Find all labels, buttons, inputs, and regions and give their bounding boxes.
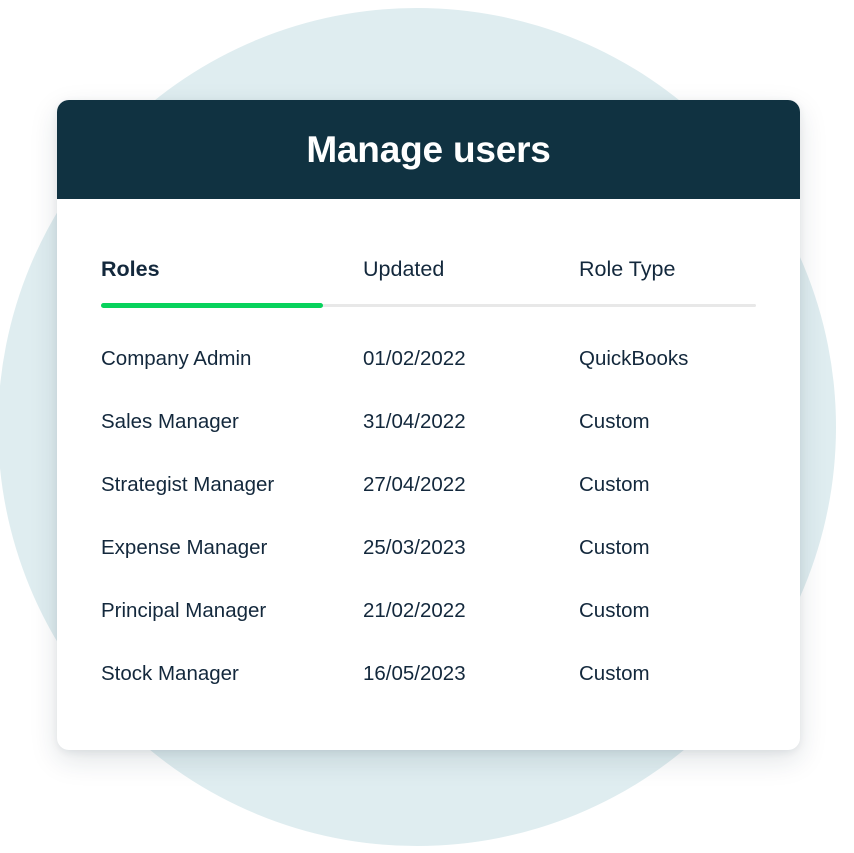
table-row[interactable]: Expense Manager 25/03/2023 Custom: [57, 517, 800, 580]
table-row[interactable]: Company Admin 01/02/2022 QuickBooks: [57, 328, 800, 391]
table-body: Company Admin 01/02/2022 QuickBooks Sales M…: [57, 328, 800, 706]
cell-updated-date: 16/05/2023: [363, 662, 466, 686]
cell-role-name: Company Admin: [101, 347, 252, 371]
cell-role-type: Custom: [579, 536, 650, 560]
cell-role-type: Custom: [579, 473, 650, 497]
page-title: Manage users: [306, 129, 551, 170]
table-row[interactable]: Principal Manager 21/02/2022 Custom: [57, 580, 800, 643]
cell-updated-date: 21/02/2022: [363, 599, 466, 623]
column-header-role-type[interactable]: Role Type: [579, 257, 759, 283]
card-header: Manage users: [57, 100, 800, 199]
cell-updated-date: 27/04/2022: [363, 473, 466, 497]
cell-updated-date: 01/02/2022: [363, 347, 466, 371]
table-row[interactable]: Stock Manager 16/05/2023 Custom: [57, 643, 800, 706]
cell-role-type: Custom: [579, 410, 650, 434]
table-row[interactable]: Strategist Manager 27/04/2022 Custom: [57, 454, 800, 517]
cell-role-name: Sales Manager: [101, 410, 239, 434]
cell-role-name: Expense Manager: [101, 536, 268, 560]
underline-active-segment: [101, 303, 323, 308]
card-body: Roles Updated Role Type Company Admin 01/…: [57, 199, 800, 706]
cell-role-name: Stock Manager: [101, 662, 239, 686]
manage-users-card: Manage users Roles Updated Role Type Com…: [57, 100, 800, 750]
cell-role-type: QuickBooks: [579, 347, 689, 371]
table-header-underline: [101, 303, 756, 308]
cell-role-type: Custom: [579, 599, 650, 623]
table-header-row: Roles Updated Role Type: [57, 199, 800, 289]
table-row[interactable]: Sales Manager 31/04/2022 Custom: [57, 391, 800, 454]
column-header-updated[interactable]: Updated: [363, 257, 579, 283]
column-header-roles[interactable]: Roles: [101, 257, 363, 283]
cell-updated-date: 31/04/2022: [363, 410, 466, 434]
cell-role-type: Custom: [579, 662, 650, 686]
cell-updated-date: 25/03/2023: [363, 536, 466, 560]
page-root: Manage users Roles Updated Role Type Com…: [0, 0, 854, 853]
cell-role-name: Principal Manager: [101, 599, 267, 623]
cell-role-name: Strategist Manager: [101, 473, 275, 497]
